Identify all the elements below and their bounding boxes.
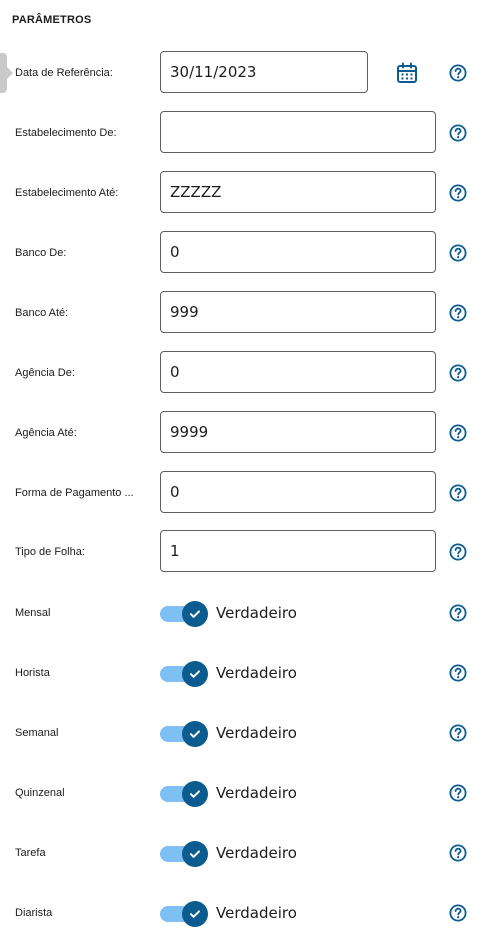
calendar-icon[interactable] <box>396 62 418 84</box>
field-label: Agência De: <box>15 367 75 379</box>
check-icon <box>182 661 208 687</box>
param-row-tipo-folha: Tipo de Folha: <box>0 530 486 574</box>
semanal-switch[interactable] <box>160 721 208 747</box>
field-label: Tipo de Folha: <box>15 546 85 558</box>
help-icon[interactable] <box>449 784 467 802</box>
field-label: Agência Até: <box>15 427 77 439</box>
forma-pagamento-input[interactable] <box>160 471 436 513</box>
param-row-tarefa: Tarefa Verdadeiro <box>0 831 486 875</box>
help-icon[interactable] <box>449 304 467 322</box>
switch-state-label: Verdadeiro <box>216 604 297 622</box>
help-icon[interactable] <box>449 604 467 622</box>
param-row-agencia-de: Agência De: <box>0 351 486 395</box>
toggle-label: Diarista <box>15 907 53 919</box>
switch-state-label: Verdadeiro <box>216 664 297 682</box>
toggle-label: Horista <box>15 667 50 679</box>
param-row-estabelecimento-de: Estabelecimento De: <box>0 111 486 155</box>
switch-state-label: Verdadeiro <box>216 904 297 922</box>
toggle-label: Tarefa <box>15 847 46 859</box>
field-label: Forma de Pagamento ... <box>15 487 134 499</box>
check-icon <box>182 781 208 807</box>
param-row-forma-pagamento: Forma de Pagamento ... <box>0 471 486 515</box>
mensal-switch[interactable] <box>160 601 208 627</box>
tipo-folha-input[interactable] <box>160 530 436 572</box>
toggle-label: Quinzenal <box>15 787 65 799</box>
param-row-estabelecimento-ate: Estabelecimento Até: <box>0 171 486 215</box>
banco-de-input[interactable] <box>160 231 436 273</box>
help-icon[interactable] <box>449 844 467 862</box>
help-icon[interactable] <box>449 124 467 142</box>
toggle-label: Semanal <box>15 727 59 739</box>
switch-state-label: Verdadeiro <box>216 844 297 862</box>
section-title: PARÂMETROS <box>12 14 92 26</box>
help-icon[interactable] <box>449 244 467 262</box>
help-icon[interactable] <box>449 424 467 442</box>
field-label: Banco Até: <box>15 307 69 319</box>
field-label: Estabelecimento De: <box>15 127 117 139</box>
param-row-quinzenal: Quinzenal Verdadeiro <box>0 771 486 815</box>
tarefa-switch[interactable] <box>160 841 208 867</box>
help-icon[interactable] <box>449 543 467 561</box>
help-icon[interactable] <box>449 484 467 502</box>
field-label: Data de Referência: <box>15 67 113 79</box>
switch-state-label: Verdadeiro <box>216 724 297 742</box>
param-row-data-referencia: Data de Referência: <box>0 51 486 95</box>
check-icon <box>182 841 208 867</box>
help-icon[interactable] <box>449 364 467 382</box>
agencia-ate-input[interactable] <box>160 411 436 453</box>
help-icon[interactable] <box>449 724 467 742</box>
param-row-agencia-ate: Agência Até: <box>0 411 486 455</box>
param-row-diarista: Diarista Verdadeiro <box>0 891 486 935</box>
help-icon[interactable] <box>449 664 467 682</box>
param-row-banco-de: Banco De: <box>0 231 486 275</box>
agencia-de-input[interactable] <box>160 351 436 393</box>
toggle-label: Mensal <box>15 607 51 619</box>
quinzenal-switch[interactable] <box>160 781 208 807</box>
diarista-switch[interactable] <box>160 901 208 927</box>
param-row-mensal: Mensal Verdadeiro <box>0 591 486 635</box>
horista-switch[interactable] <box>160 661 208 687</box>
estabelecimento-ate-input[interactable] <box>160 171 436 213</box>
check-icon <box>182 601 208 627</box>
param-row-banco-ate: Banco Até: <box>0 291 486 335</box>
param-row-horista: Horista Verdadeiro <box>0 651 486 695</box>
estabelecimento-de-input[interactable] <box>160 111 436 153</box>
check-icon <box>182 901 208 927</box>
help-icon[interactable] <box>449 64 467 82</box>
banco-ate-input[interactable] <box>160 291 436 333</box>
data-referencia-input[interactable] <box>160 51 368 93</box>
field-label: Banco De: <box>15 247 67 259</box>
field-label: Estabelecimento Até: <box>15 187 119 199</box>
param-row-semanal: Semanal Verdadeiro <box>0 711 486 755</box>
check-icon <box>182 721 208 747</box>
help-icon[interactable] <box>449 904 467 922</box>
switch-state-label: Verdadeiro <box>216 784 297 802</box>
help-icon[interactable] <box>449 184 467 202</box>
